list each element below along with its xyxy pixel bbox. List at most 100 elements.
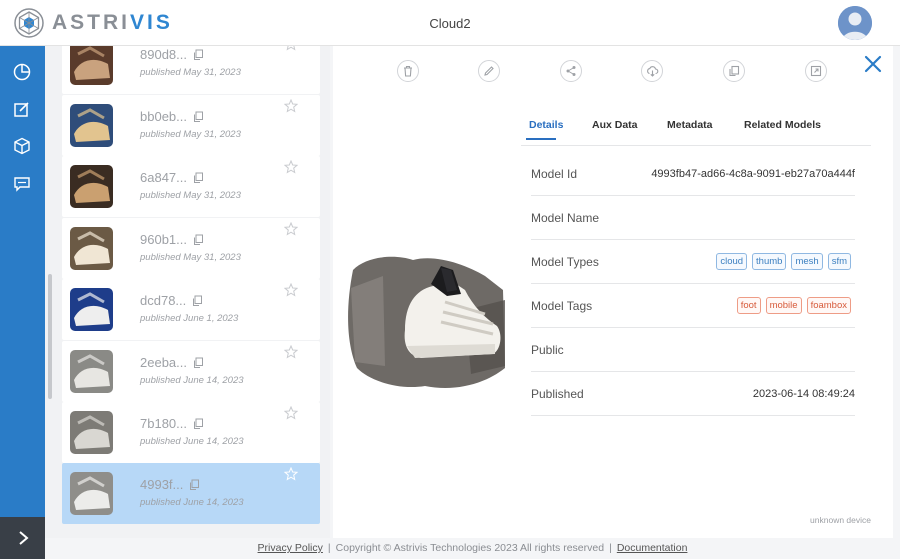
- model-thumbnail[interactable]: [70, 472, 113, 515]
- rail-expand-button[interactable]: [0, 517, 45, 559]
- download-button[interactable]: [641, 60, 663, 82]
- star-icon[interactable]: [284, 99, 298, 113]
- model-thumbnail[interactable]: [70, 350, 113, 393]
- list-scrollbar[interactable]: [48, 274, 52, 399]
- close-icon[interactable]: [862, 53, 884, 75]
- field-model-id: Model Id 4993fb47-ad66-4c8a-9091-eb27a70…: [531, 152, 855, 196]
- field-label: Model Tags: [531, 299, 593, 313]
- field-label: Model Id: [531, 167, 578, 181]
- type-chip[interactable]: sfm: [827, 253, 851, 270]
- star-icon[interactable]: [284, 345, 298, 359]
- tab-related-models[interactable]: Related Models: [744, 119, 821, 131]
- footer-separator: |: [327, 542, 331, 554]
- star-icon[interactable]: [284, 406, 298, 420]
- detail-tabs: Details Aux Data Metadata Related Models: [521, 116, 871, 146]
- model-list-item[interactable]: 2eeba... published June 14, 2023: [62, 341, 320, 402]
- star-icon[interactable]: [284, 222, 298, 236]
- active-tab-indicator: [526, 138, 556, 140]
- published-date: published June 14, 2023: [140, 375, 244, 386]
- published-date: published May 31, 2023: [140, 67, 241, 78]
- dashboard-icon: [13, 63, 31, 81]
- model-id-short: bb0eb...: [140, 109, 204, 124]
- documentation-link[interactable]: Documentation: [617, 542, 688, 554]
- model-id-short: dcd78...: [140, 293, 203, 308]
- rail-models[interactable]: [10, 134, 34, 158]
- model-id-text: dcd78...: [140, 293, 187, 308]
- published-date: published June 14, 2023: [140, 436, 244, 447]
- share-button[interactable]: [560, 60, 582, 82]
- model-id-text: 2eeba...: [140, 355, 187, 370]
- model-list-item[interactable]: 4993f... published June 14, 2023: [62, 463, 320, 524]
- model-thumbnail[interactable]: [70, 104, 113, 147]
- device-label: unknown device: [810, 515, 871, 525]
- copy-icon[interactable]: [193, 418, 204, 430]
- model-id-text: 890d8...: [140, 47, 187, 62]
- model-thumbnail[interactable]: [70, 227, 113, 270]
- copy-button[interactable]: [723, 60, 745, 82]
- field-label: Published: [531, 387, 584, 401]
- copy-icon[interactable]: [193, 234, 204, 246]
- model-id-short: 4993f...: [140, 477, 200, 492]
- type-chip[interactable]: mesh: [791, 253, 823, 270]
- copy-icon[interactable]: [192, 295, 203, 307]
- model-id-short: 960b1...: [140, 232, 204, 247]
- star-icon[interactable]: [284, 46, 298, 51]
- field-published: Published 2023-06-14 08:49:24: [531, 372, 855, 416]
- published-date: published May 31, 2023: [140, 190, 241, 201]
- copy-icon[interactable]: [193, 111, 204, 123]
- tab-metadata[interactable]: Metadata: [667, 119, 713, 131]
- field-label: Model Name: [531, 211, 600, 225]
- model-id-short: 2eeba...: [140, 355, 204, 370]
- rail-dashboard[interactable]: [10, 60, 34, 84]
- rail-edit[interactable]: [10, 97, 34, 121]
- published-date: published June 14, 2023: [140, 497, 244, 508]
- model-thumbnail[interactable]: [70, 46, 113, 85]
- tag-chip[interactable]: foambox: [806, 297, 851, 314]
- model-id-short: 7b180...: [140, 416, 204, 431]
- field-model-tags: Model Tags foot mobile foambox: [531, 284, 855, 328]
- user-icon: [838, 6, 872, 40]
- star-icon[interactable]: [284, 283, 298, 297]
- model-id-text: 960b1...: [140, 232, 187, 247]
- published-value: 2023-06-14 08:49:24: [752, 388, 855, 400]
- model-list-item[interactable]: 960b1... published May 31, 2023: [62, 218, 320, 279]
- edit-icon: [14, 102, 29, 117]
- footer-separator: |: [609, 542, 612, 554]
- avatar[interactable]: [838, 6, 872, 40]
- model-list-item[interactable]: 7b180... published June 14, 2023: [62, 402, 320, 463]
- model-list-item[interactable]: dcd78... published June 1, 2023: [62, 279, 320, 340]
- tag-chip[interactable]: foot: [736, 297, 761, 314]
- model-list-item[interactable]: 6a847... published May 31, 2023: [62, 156, 320, 217]
- app-header: ASTRIVIS Cloud2: [0, 0, 900, 46]
- copy-icon[interactable]: [193, 357, 204, 369]
- privacy-policy-link[interactable]: Privacy Policy: [258, 542, 323, 554]
- tab-aux-data[interactable]: Aux Data: [592, 119, 638, 131]
- copy-icon[interactable]: [193, 49, 204, 61]
- star-icon[interactable]: [284, 467, 298, 481]
- model-detail-panel: Details Aux Data Metadata Related Models…: [333, 46, 893, 538]
- model-list[interactable]: 890d8... published May 31, 2023 bb0eb... pu…: [45, 46, 330, 538]
- model-type-chips: cloud thumb mesh sfm: [711, 253, 851, 270]
- delete-button[interactable]: [397, 60, 419, 82]
- tab-details[interactable]: Details: [529, 119, 563, 131]
- published-date: published May 31, 2023: [140, 129, 241, 140]
- edit-button[interactable]: [478, 60, 500, 82]
- share-icon: [566, 66, 576, 76]
- model-preview[interactable]: [345, 250, 505, 392]
- star-icon[interactable]: [284, 160, 298, 174]
- tag-chip[interactable]: mobile: [765, 297, 802, 314]
- copy-icon[interactable]: [189, 479, 200, 491]
- model-list-item[interactable]: bb0eb... published May 31, 2023: [62, 95, 320, 156]
- cube-icon: [14, 137, 30, 155]
- model-thumbnail[interactable]: [70, 411, 113, 454]
- open-button[interactable]: [805, 60, 827, 82]
- published-date: published May 31, 2023: [140, 252, 241, 263]
- copy-icon[interactable]: [193, 172, 204, 184]
- type-chip[interactable]: thumb: [752, 253, 787, 270]
- model-thumbnail[interactable]: [70, 288, 113, 331]
- rail-messages[interactable]: [10, 172, 34, 196]
- model-thumbnail[interactable]: [70, 165, 113, 208]
- model-list-item[interactable]: 890d8... published May 31, 2023: [62, 46, 320, 94]
- trash-icon: [404, 65, 412, 77]
- type-chip[interactable]: cloud: [716, 253, 748, 270]
